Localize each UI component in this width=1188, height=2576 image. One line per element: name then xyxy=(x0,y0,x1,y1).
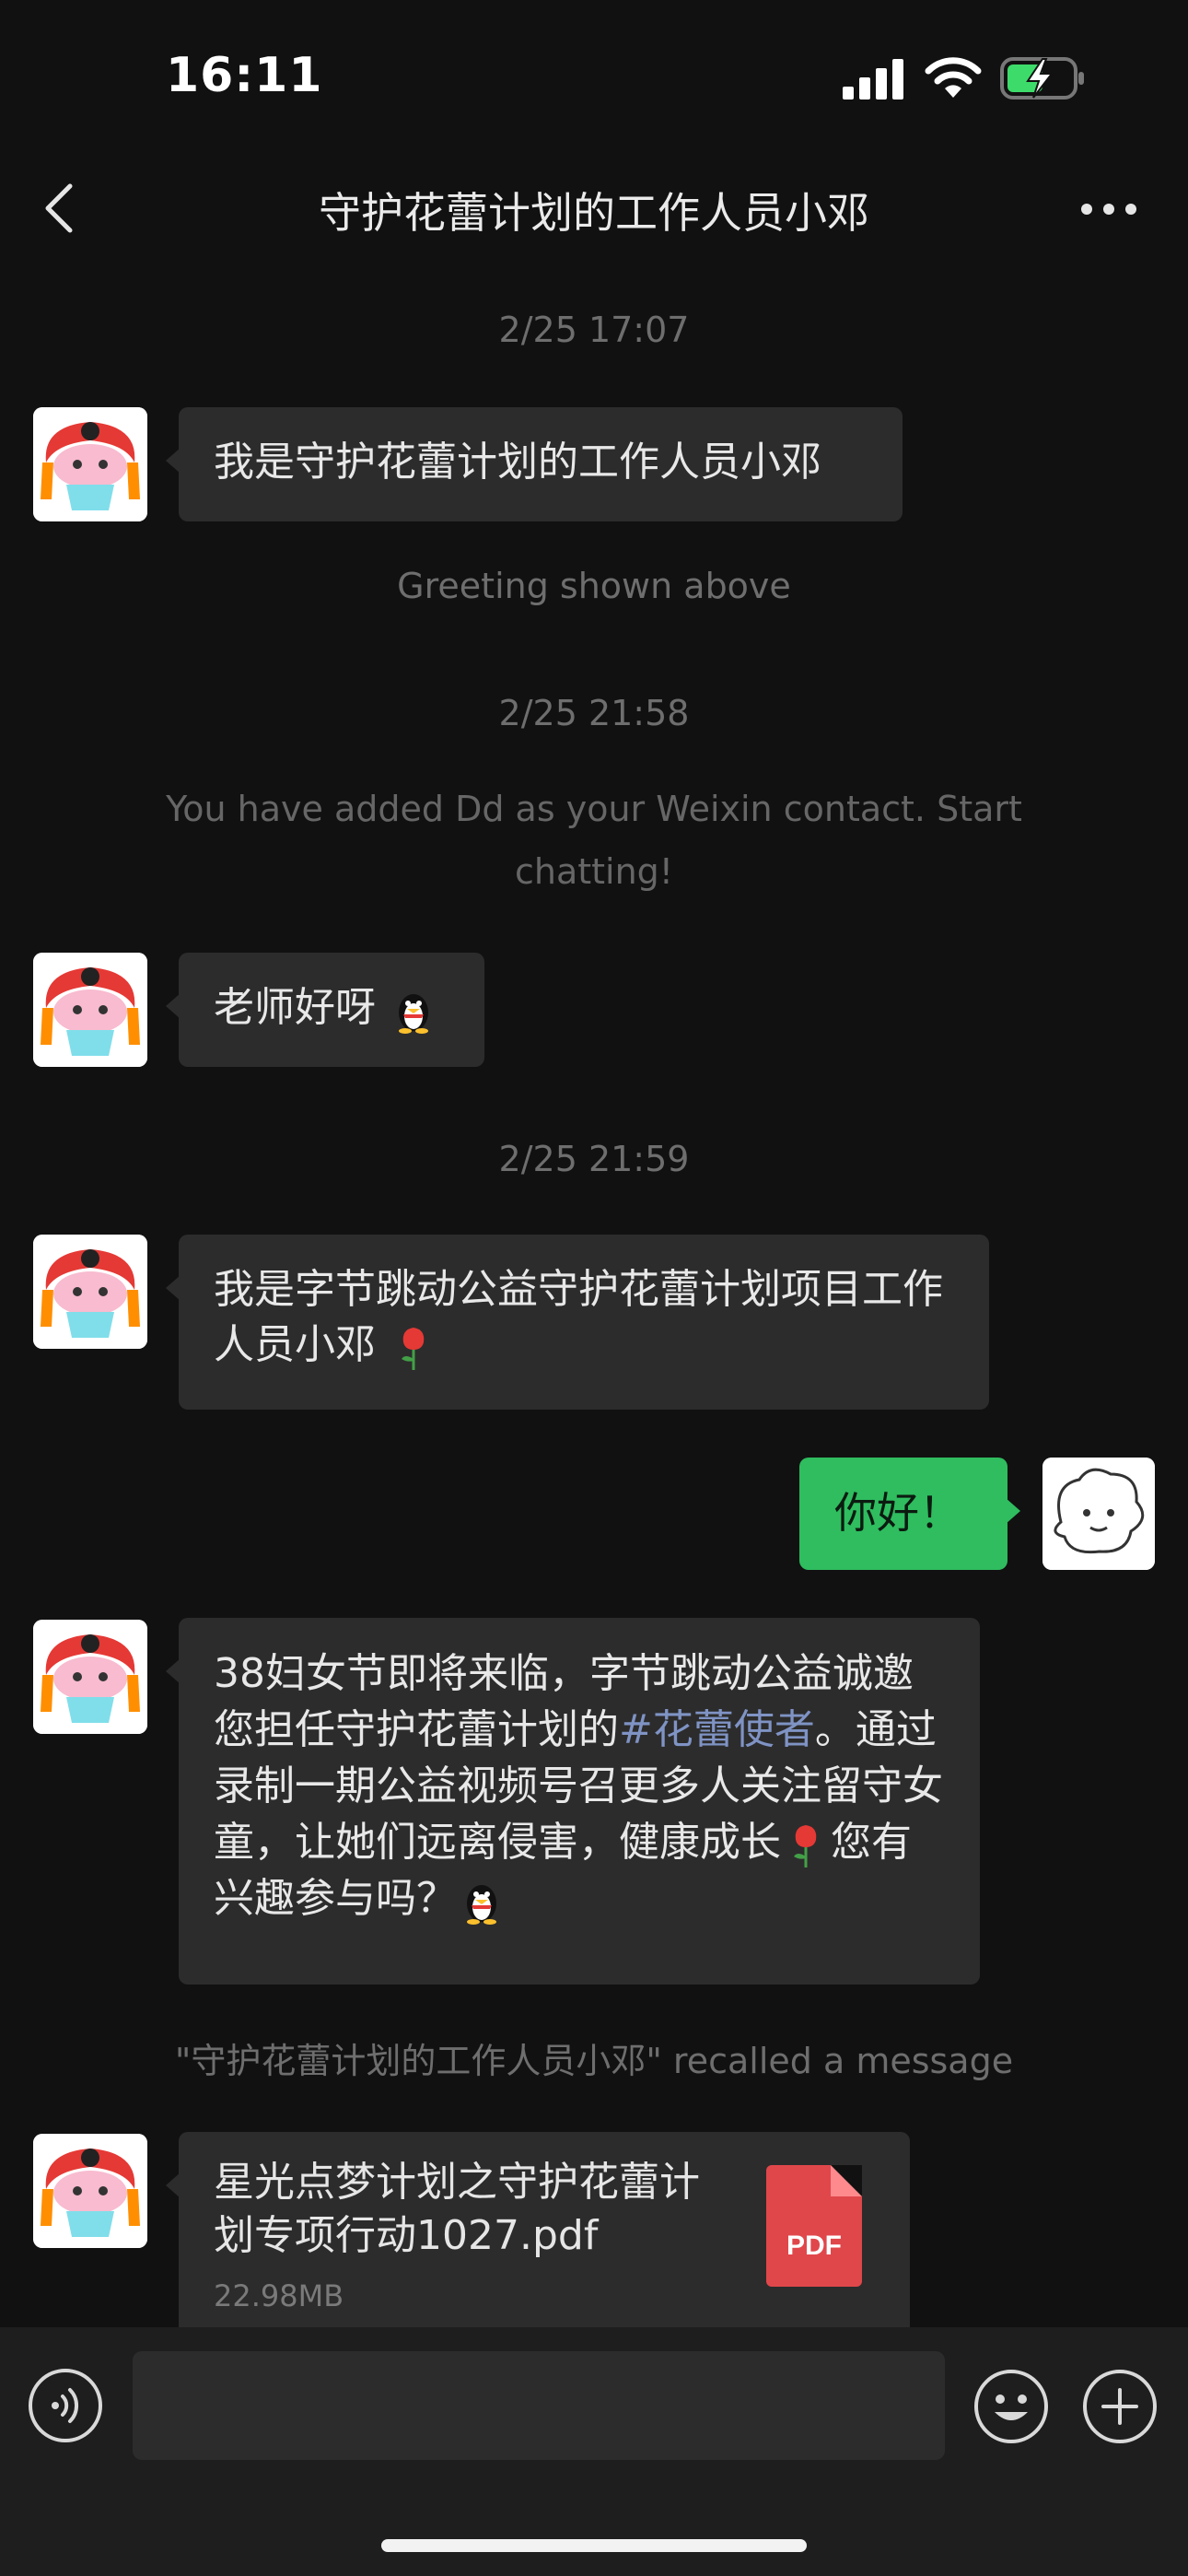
more-horizontal-icon[interactable] xyxy=(1079,197,1138,221)
message-text: 我是守护花蕾计划的工作人员小邓 xyxy=(214,439,821,486)
avatar[interactable] xyxy=(33,1620,147,1734)
cellular-signal-icon xyxy=(843,59,903,100)
avatar[interactable] xyxy=(33,407,147,521)
avatar[interactable] xyxy=(33,953,147,1067)
message-text: 老师好呀 xyxy=(214,984,376,1031)
message-text: 你好！ xyxy=(834,1488,961,1538)
pdf-file-icon: PDF xyxy=(766,2165,862,2287)
penguin-emoji-icon xyxy=(399,994,428,1034)
avatar[interactable] xyxy=(33,1235,147,1349)
cartoon-avatar-icon xyxy=(33,1235,147,1349)
greeting-note: Greeting shown above xyxy=(397,566,791,606)
message-bubble[interactable]: 38妇女节即将来临，字节跳动公益诚邀您担任守护花蕾计划的#花蕾使者。通过录制一期… xyxy=(166,1618,980,1985)
plus-icon[interactable] xyxy=(1081,2368,1159,2445)
battery-charging-icon xyxy=(1000,57,1084,100)
file-message-bubble[interactable]: 星光点梦计划之守护花蕾计划专项行动1027.pdf 22.98MB PDF xyxy=(166,2132,910,2344)
emoji-icon[interactable] xyxy=(973,2368,1050,2445)
voice-icon[interactable] xyxy=(28,2368,103,2443)
rose-emoji-icon xyxy=(794,1825,817,1868)
chat-title: 守护花蕾计划的工作人员小邓 xyxy=(319,188,869,238)
timestamp: 2/25 17:07 xyxy=(498,310,690,350)
home-indicator[interactable] xyxy=(381,2539,807,2552)
my-avatar[interactable] xyxy=(1042,1458,1155,1570)
chevron-left-icon[interactable] xyxy=(41,181,77,236)
message-text: 我是字节跳动公益守护花蕾计划项目工作人员小邓 xyxy=(214,1266,943,1368)
message-bubble-outgoing[interactable]: 你好！ xyxy=(799,1458,1020,1570)
timestamp: 2/25 21:58 xyxy=(498,693,690,733)
message-bubble[interactable]: 老师好呀 xyxy=(166,953,484,1067)
hashtag-link[interactable]: #花蕾使者 xyxy=(619,1706,815,1753)
cartoon-avatar-icon xyxy=(33,953,147,1067)
penguin-emoji-icon xyxy=(467,1885,496,1925)
status-time: 16:11 xyxy=(166,48,323,103)
message-bubble[interactable]: 我是守护花蕾计划的工作人员小邓 xyxy=(166,407,903,521)
contact-added-note: You have added Dd as your Weixin contact… xyxy=(166,789,1022,892)
avatar[interactable] xyxy=(33,2134,147,2248)
wifi-icon xyxy=(925,57,982,98)
cartoon-avatar-icon xyxy=(33,407,147,521)
file-name: 星光点梦计划之守护花蕾计划专项行动1027.pdf xyxy=(214,2159,700,2259)
recall-note: "守护花蕾计划的工作人员小邓" recalled a message xyxy=(174,2041,1014,2081)
sketch-avatar-icon xyxy=(1042,1458,1155,1570)
cartoon-avatar-icon xyxy=(33,2134,147,2248)
cartoon-avatar-icon xyxy=(33,1620,147,1734)
rose-emoji-icon xyxy=(402,1328,425,1370)
timestamp: 2/25 21:59 xyxy=(498,1139,690,1179)
message-bubble[interactable]: 我是字节跳动公益守护花蕾计划项目工作人员小邓 xyxy=(166,1235,989,1410)
message-input[interactable] xyxy=(133,2351,945,2460)
